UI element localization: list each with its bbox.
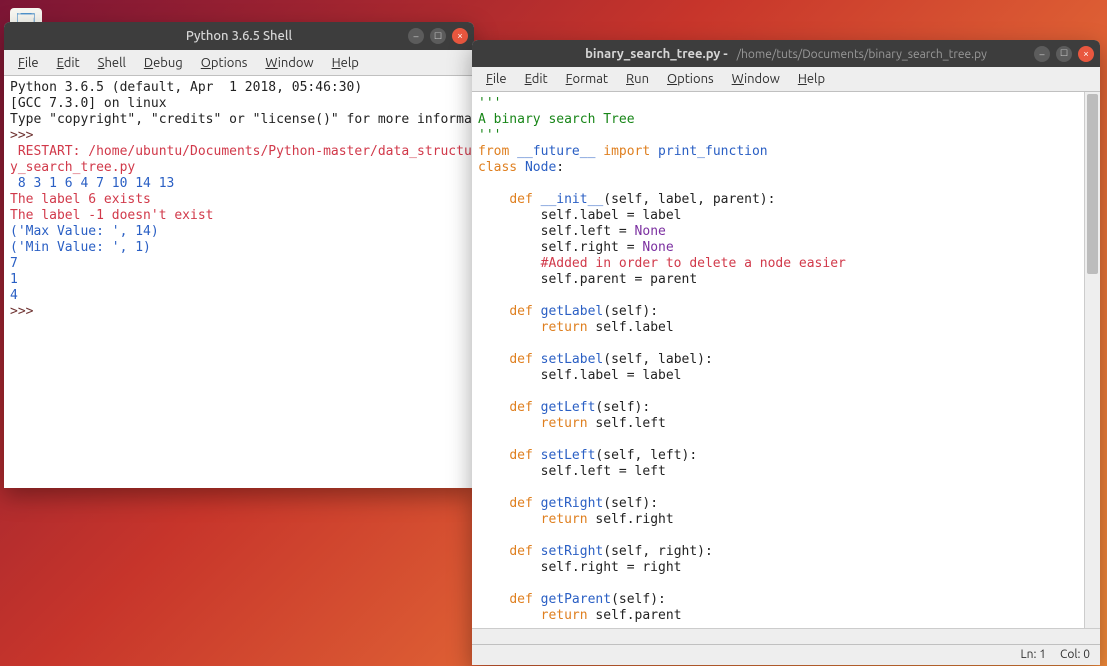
menu-file[interactable]: File	[10, 54, 47, 72]
editor-menubar: FileEditFormatRunOptionsWindowHelp	[472, 67, 1100, 92]
scrollbar-thumb[interactable]	[1087, 94, 1098, 274]
editor-title: binary_search_tree.py - /home/tuts/Docum…	[480, 47, 1092, 61]
menu-file[interactable]: File	[478, 70, 515, 88]
menu-window[interactable]: Window	[257, 54, 321, 72]
shell-menubar: FileEditShellDebugOptionsWindowHelp	[4, 50, 474, 76]
code-editor[interactable]: ''' A binary search Tree ''' from __futu…	[472, 92, 1084, 628]
menu-options[interactable]: Options	[193, 54, 256, 72]
menu-help[interactable]: Help	[790, 70, 833, 88]
menu-help[interactable]: Help	[324, 54, 367, 72]
maximize-button[interactable]: ☐	[430, 28, 446, 44]
close-button[interactable]: ×	[1078, 46, 1094, 62]
menu-edit[interactable]: Edit	[517, 70, 556, 88]
scrollbar-vertical[interactable]	[1084, 92, 1100, 628]
menu-format[interactable]: Format	[558, 70, 616, 88]
menu-debug[interactable]: Debug	[136, 54, 191, 72]
menu-window[interactable]: Window	[724, 70, 788, 88]
menu-edit[interactable]: Edit	[49, 54, 88, 72]
minimize-button[interactable]: –	[408, 28, 424, 44]
maximize-button[interactable]: ☐	[1056, 46, 1072, 62]
editor-window: binary_search_tree.py - /home/tuts/Docum…	[472, 40, 1100, 665]
scrollbar-horizontal[interactable]	[472, 628, 1100, 644]
editor-body: ''' A binary search Tree ''' from __futu…	[472, 92, 1100, 628]
shell-output[interactable]: Python 3.6.5 (default, Apr 1 2018, 05:46…	[4, 76, 474, 488]
shell-title: Python 3.6.5 Shell	[12, 29, 466, 43]
shell-window: Python 3.6.5 Shell – ☐ × FileEditShellDe…	[4, 22, 474, 488]
shell-titlebar[interactable]: Python 3.6.5 Shell – ☐ ×	[4, 22, 474, 50]
status-line: Ln: 1	[1021, 648, 1046, 661]
status-col: Col: 0	[1060, 648, 1090, 661]
minimize-button[interactable]: –	[1034, 46, 1050, 62]
menu-shell[interactable]: Shell	[90, 54, 134, 72]
menu-run[interactable]: Run	[618, 70, 657, 88]
shell-body: Python 3.6.5 (default, Apr 1 2018, 05:46…	[4, 76, 474, 488]
editor-statusbar: Ln: 1 Col: 0	[472, 644, 1100, 665]
close-button[interactable]: ×	[452, 28, 468, 44]
editor-titlebar[interactable]: binary_search_tree.py - /home/tuts/Docum…	[472, 40, 1100, 67]
menu-options[interactable]: Options	[659, 70, 722, 88]
